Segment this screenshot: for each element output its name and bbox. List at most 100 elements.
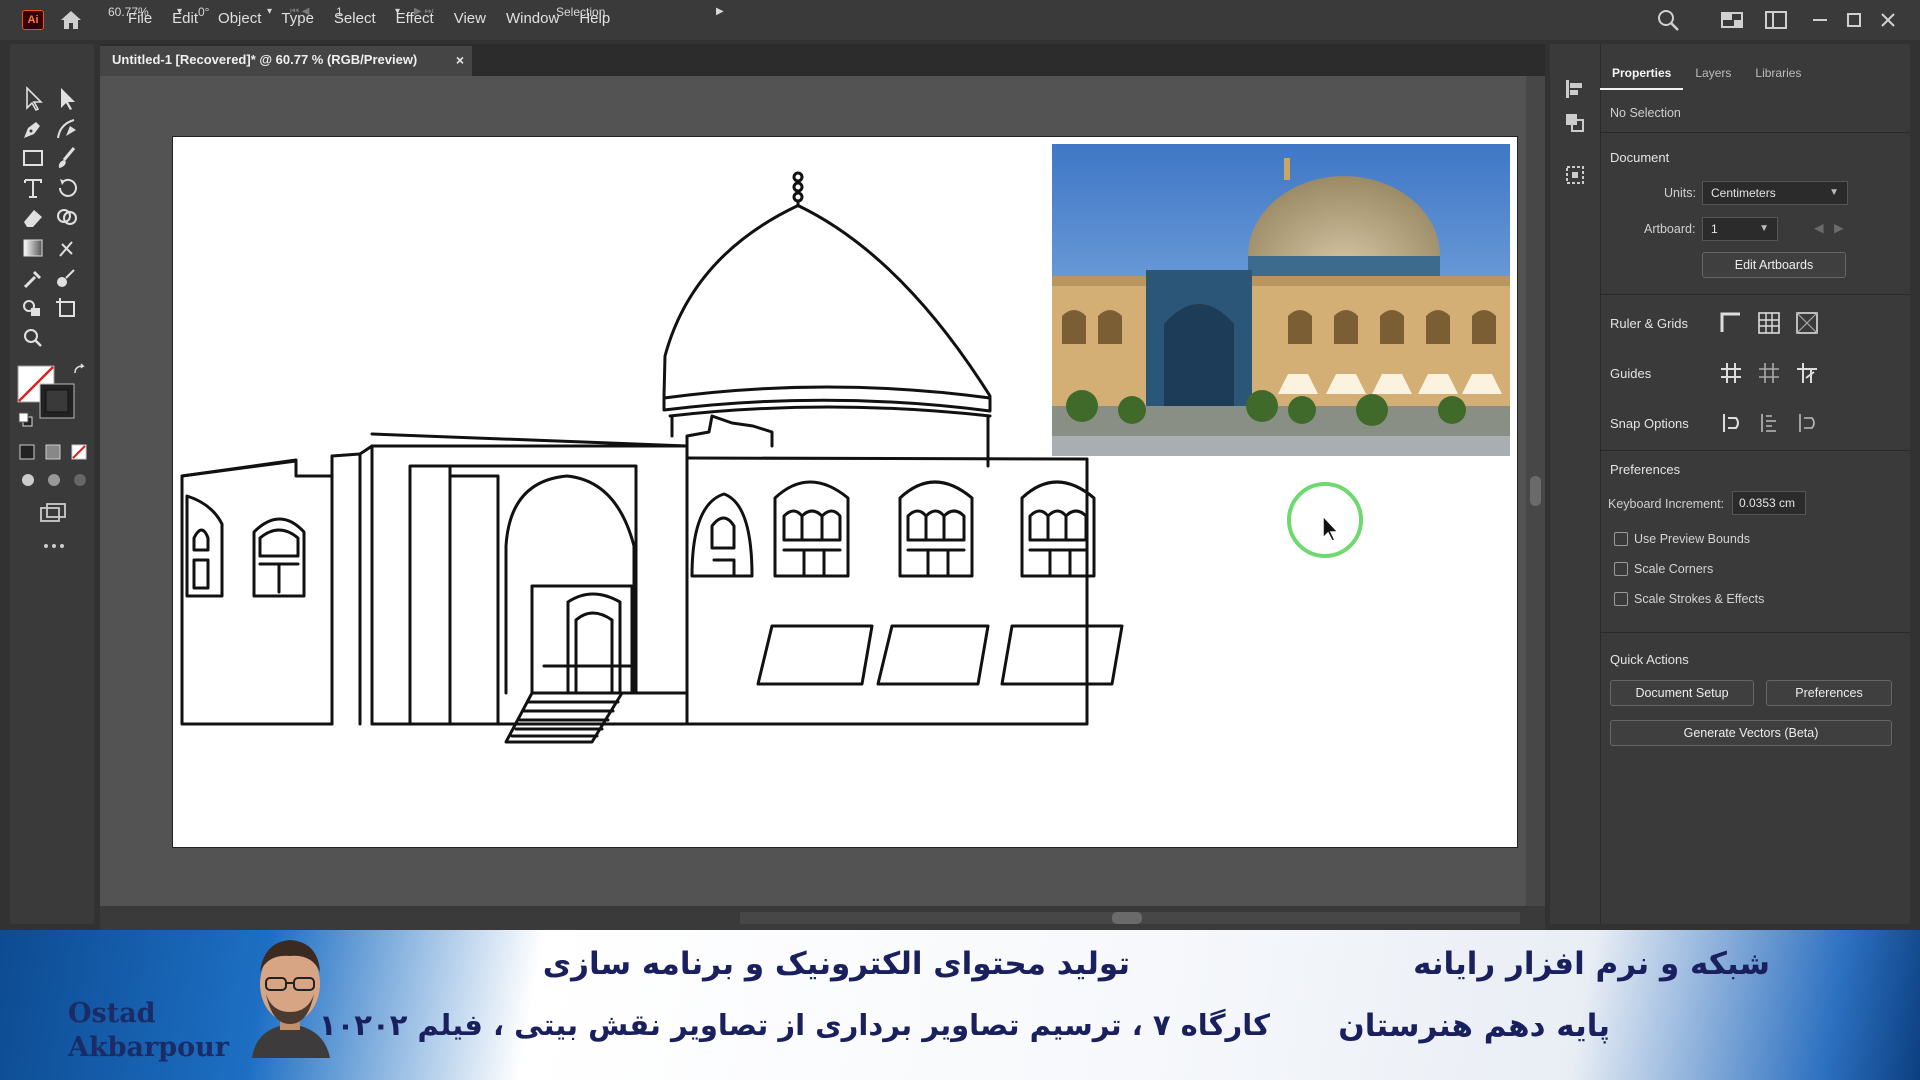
divider bbox=[1600, 294, 1910, 295]
grid-icon[interactable] bbox=[1756, 310, 1782, 336]
home-icon[interactable] bbox=[58, 8, 84, 32]
document-tab-title: Untitled-1 [Recovered]* @ 60.77 % (RGB/P… bbox=[112, 52, 418, 67]
document-section-title: Document bbox=[1610, 150, 1670, 165]
use-preview-bounds-checkbox[interactable] bbox=[1614, 532, 1628, 546]
preferences-button[interactable]: Preferences bbox=[1766, 680, 1892, 706]
paintbrush-tool-icon[interactable] bbox=[52, 144, 82, 172]
show-guides-icon[interactable] bbox=[1718, 360, 1744, 386]
blend-tool-icon[interactable] bbox=[52, 264, 82, 292]
keyboard-increment-input[interactable]: 0.0353 cm bbox=[1732, 491, 1806, 515]
quick-actions-title: Quick Actions bbox=[1610, 652, 1689, 667]
artboard-value: 1 bbox=[1711, 222, 1718, 236]
tab-properties[interactable]: Properties bbox=[1600, 58, 1684, 90]
scale-strokes-label: Scale Strokes & Effects bbox=[1634, 592, 1765, 606]
gradient-tool-icon[interactable] bbox=[18, 234, 48, 262]
lock-guides-icon[interactable] bbox=[1756, 360, 1782, 386]
color-mode-buttons[interactable] bbox=[18, 442, 92, 462]
shape-builder-tool-icon[interactable] bbox=[52, 204, 82, 232]
type-tool-icon[interactable] bbox=[18, 174, 48, 202]
arrange-documents-icon[interactable] bbox=[1764, 8, 1788, 32]
vertical-scroll-thumb[interactable] bbox=[1530, 476, 1541, 506]
scale-corners-checkbox[interactable] bbox=[1614, 562, 1628, 576]
brand-name-line2: Akbarpour bbox=[68, 1032, 229, 1063]
maximize-icon[interactable] bbox=[1842, 8, 1866, 32]
selection-status: No Selection bbox=[1610, 106, 1681, 120]
close-document-icon[interactable]: × bbox=[456, 46, 464, 74]
eraser-tool-icon[interactable] bbox=[18, 204, 48, 232]
eyedropper-tool-icon[interactable] bbox=[18, 264, 48, 292]
swap-fill-stroke-icon[interactable] bbox=[72, 362, 88, 378]
units-dropdown[interactable]: Centimeters ▼ bbox=[1702, 181, 1848, 205]
artboard-nav-first-prev[interactable]: ⏮ ◀ bbox=[290, 3, 340, 21]
edit-artboards-button[interactable]: Edit Artboards bbox=[1702, 252, 1846, 278]
rotation-field[interactable]: 0° ▾ bbox=[198, 3, 274, 21]
banner-title-right: شبکه و نرم افزار رایانه bbox=[1413, 946, 1770, 982]
snap-to-point-icon[interactable] bbox=[1718, 410, 1744, 436]
close-window-icon[interactable] bbox=[1876, 8, 1900, 32]
transparency-grid-icon[interactable] bbox=[1794, 310, 1820, 336]
banner-subtitle-right: پایه دهم هنرستان bbox=[1338, 1008, 1610, 1044]
units-label: Units: bbox=[1664, 186, 1696, 200]
banner-title-center: تولید محتوای الکترونیک و برنامه سازی bbox=[542, 946, 1130, 982]
minimize-icon[interactable] bbox=[1808, 8, 1832, 32]
ruler-grids-label: Ruler & Grids bbox=[1610, 316, 1689, 331]
smart-guides-icon[interactable] bbox=[1794, 360, 1820, 386]
chevron-down-icon: ▾ bbox=[266, 6, 272, 17]
selection-tool-icon[interactable] bbox=[18, 84, 48, 112]
direct-selection-tool-icon[interactable] bbox=[52, 84, 82, 112]
rotation-value: 0° bbox=[198, 5, 210, 19]
draw-modes[interactable] bbox=[18, 470, 92, 490]
mouse-pointer-icon bbox=[1322, 514, 1340, 542]
workspace-icon[interactable] bbox=[1720, 8, 1744, 32]
document-tab[interactable]: Untitled-1 [Recovered]* @ 60.77 % (RGB/P… bbox=[100, 46, 472, 76]
guides-label: Guides bbox=[1610, 366, 1652, 381]
snap-to-glyph-icon[interactable] bbox=[1794, 410, 1820, 436]
snap-to-pixel-icon[interactable] bbox=[1756, 410, 1782, 436]
chevron-down-icon: ▼ bbox=[1759, 223, 1769, 234]
more-tools-icon[interactable] bbox=[42, 540, 66, 552]
zoom-tool-icon[interactable] bbox=[18, 324, 48, 352]
status-menu-arrow-icon[interactable]: ▶ bbox=[716, 3, 728, 21]
tab-libraries[interactable]: Libraries bbox=[1743, 58, 1813, 90]
zoom-value: 60.77% bbox=[108, 5, 149, 19]
tab-layers[interactable]: Layers bbox=[1683, 58, 1743, 90]
reference-photo[interactable] bbox=[1052, 144, 1510, 456]
screen-mode-icon[interactable] bbox=[38, 502, 68, 526]
symbol-sprayer-tool-icon[interactable] bbox=[18, 294, 48, 322]
presenter-avatar bbox=[252, 940, 330, 1058]
scale-corners-label: Scale Corners bbox=[1634, 562, 1714, 576]
rulers-icon[interactable] bbox=[1718, 310, 1744, 336]
search-icon[interactable] bbox=[1656, 8, 1680, 32]
scale-strokes-checkbox[interactable] bbox=[1614, 592, 1628, 606]
transform-panel-icon[interactable] bbox=[1562, 162, 1588, 188]
curvature-tool-icon[interactable] bbox=[52, 114, 82, 142]
divider bbox=[1600, 132, 1910, 133]
document-setup-button[interactable]: Document Setup bbox=[1610, 680, 1754, 706]
zoom-field[interactable]: 60.77% ▾ bbox=[108, 3, 184, 21]
current-tool-label: Selection bbox=[556, 5, 606, 19]
align-panel-icon[interactable] bbox=[1562, 76, 1588, 102]
panel-icon-strip bbox=[1550, 44, 1600, 924]
rotate-tool-icon[interactable] bbox=[52, 174, 82, 202]
chevron-down-icon: ▾ bbox=[394, 6, 400, 17]
snap-options-label: Snap Options bbox=[1610, 416, 1689, 431]
rectangle-tool-icon[interactable] bbox=[18, 144, 48, 172]
units-value: Centimeters bbox=[1711, 186, 1776, 200]
mesh-tool-icon[interactable] bbox=[52, 234, 82, 262]
artboard-number-value: 1 bbox=[336, 5, 343, 19]
default-colors-icon[interactable] bbox=[18, 412, 34, 428]
keyboard-increment-label: Keyboard Increment: bbox=[1608, 497, 1725, 511]
pathfinder-panel-icon[interactable] bbox=[1562, 110, 1588, 136]
horizontal-scroll-thumb[interactable] bbox=[1112, 912, 1142, 924]
brand-name-line1: Ostad bbox=[68, 998, 156, 1029]
panel-tabs: Properties Layers Libraries bbox=[1600, 58, 1813, 90]
artboard-dropdown[interactable]: 1 ▼ bbox=[1702, 217, 1778, 241]
divider bbox=[1600, 450, 1910, 451]
generate-vectors-button[interactable]: Generate Vectors (Beta) bbox=[1610, 720, 1892, 746]
pen-tool-icon[interactable] bbox=[18, 114, 48, 142]
artboard-nav-next-last[interactable]: ▶ ⏭ bbox=[414, 3, 464, 21]
artboard-tool-icon[interactable] bbox=[52, 294, 82, 322]
artboard-number-field[interactable]: 1 ▾ bbox=[336, 3, 402, 21]
artboard-prev-next[interactable]: ◀ ▶ bbox=[1814, 220, 1844, 235]
use-preview-bounds-label: Use Preview Bounds bbox=[1634, 532, 1751, 546]
